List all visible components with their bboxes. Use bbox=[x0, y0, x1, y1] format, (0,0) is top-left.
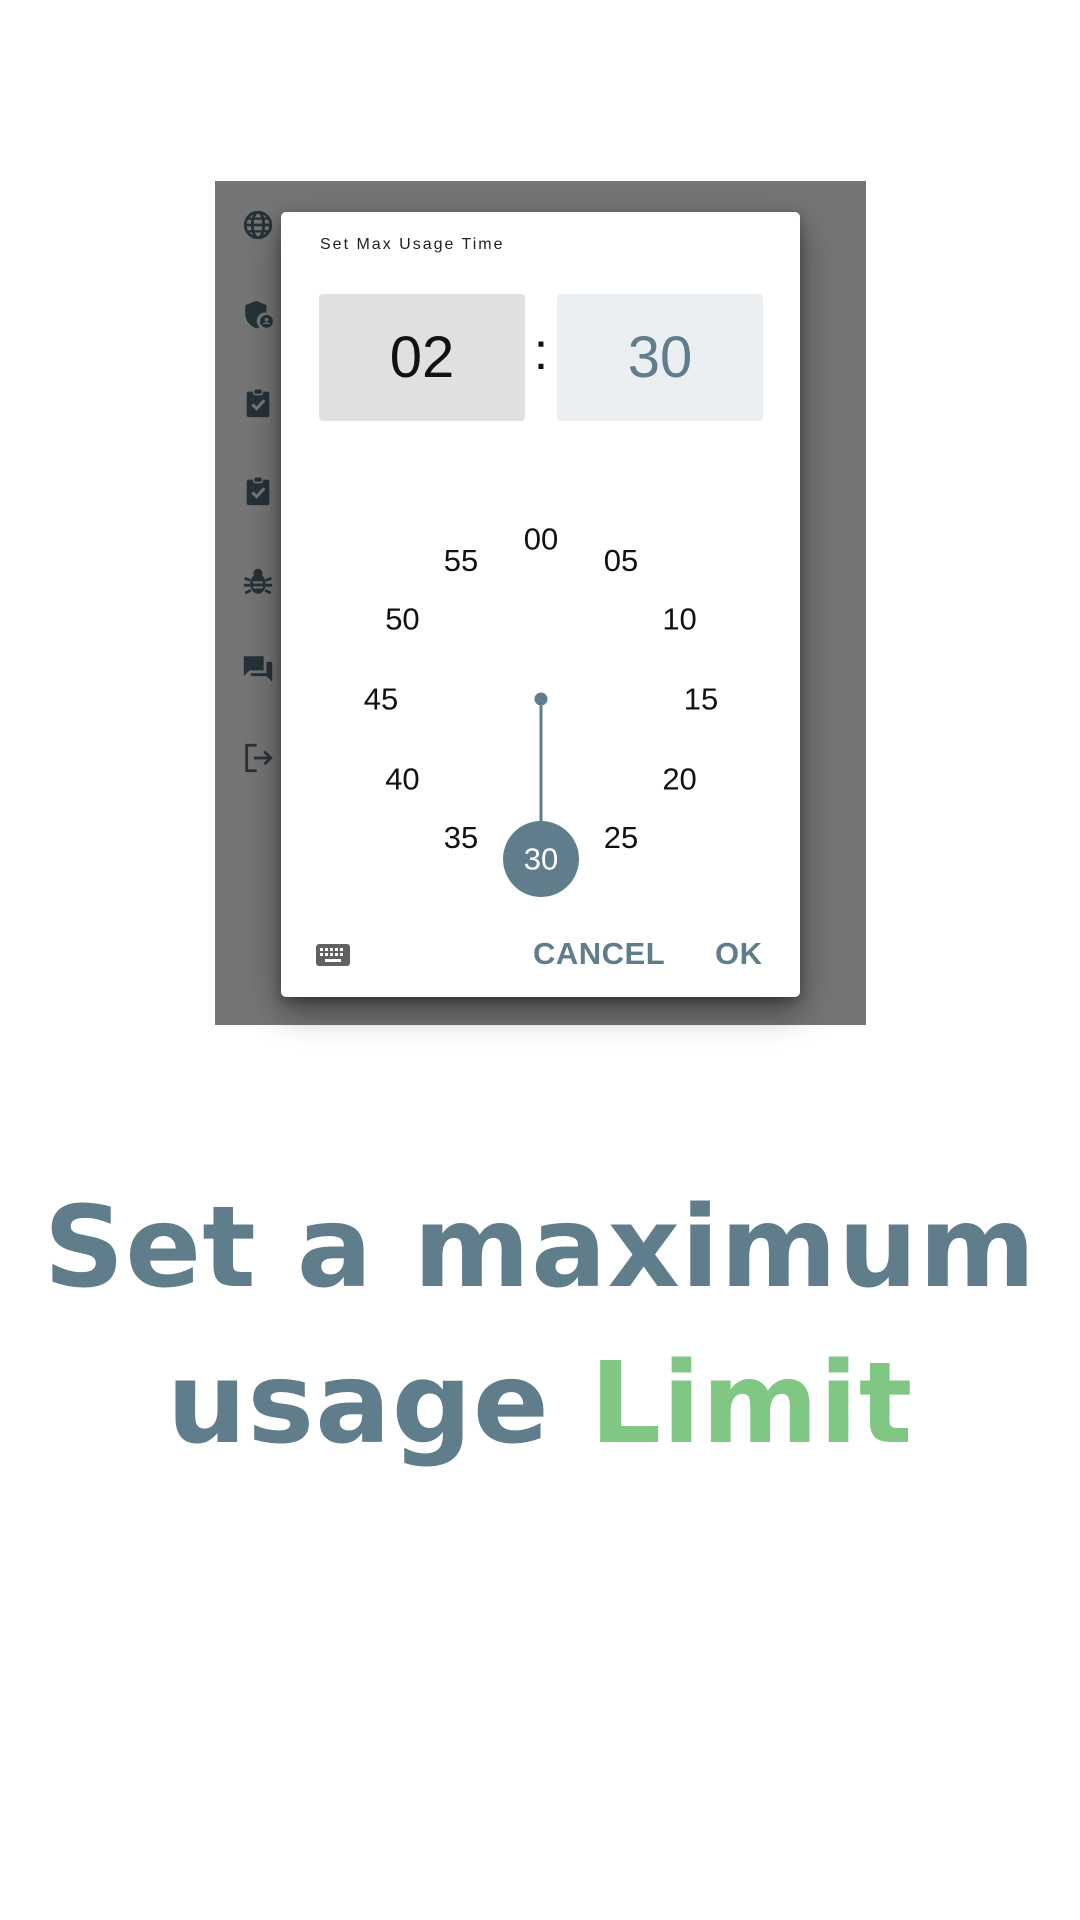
time-separator: : bbox=[533, 323, 549, 381]
hours-field[interactable]: 02 bbox=[319, 294, 525, 421]
clock-label-05[interactable]: 05 bbox=[604, 543, 638, 578]
headline-limit-text: Limit bbox=[589, 1339, 914, 1469]
clock-label-30[interactable]: 30 bbox=[524, 842, 558, 877]
clock-label-45[interactable]: 45 bbox=[364, 682, 398, 717]
headline-line-2: usage Limit bbox=[0, 1326, 1080, 1482]
clipboard-check-icon[interactable] bbox=[241, 474, 275, 508]
forum-icon[interactable] bbox=[241, 652, 275, 686]
ok-button[interactable]: OK bbox=[715, 936, 763, 972]
headline-usage-text: usage bbox=[166, 1339, 550, 1469]
clock-label-50[interactable]: 50 bbox=[385, 602, 419, 637]
shield-account-icon[interactable] bbox=[241, 298, 275, 332]
logout-icon[interactable] bbox=[241, 741, 275, 775]
clock-center-dot bbox=[534, 692, 548, 706]
minute-clock-face[interactable]: 00 05 10 15 20 25 30 35 40 45 50 55 bbox=[331, 489, 751, 909]
keyboard-icon[interactable] bbox=[315, 942, 351, 968]
headline-line-1: Set a maximum bbox=[43, 1183, 1037, 1313]
clock-label-55[interactable]: 55 bbox=[444, 543, 478, 578]
clock-label-25[interactable]: 25 bbox=[604, 820, 638, 855]
bug-icon[interactable] bbox=[241, 564, 275, 598]
promo-headline: Set a maximum usage Limit bbox=[0, 1170, 1080, 1482]
time-picker-dialog: Set Max Usage Time 02 : 30 00 05 10 15 20 25 3… bbox=[281, 212, 800, 997]
clock-label-00[interactable]: 00 bbox=[524, 522, 558, 557]
clock-label-35[interactable]: 35 bbox=[444, 820, 478, 855]
clock-label-40[interactable]: 40 bbox=[385, 762, 419, 797]
clipboard-check-icon[interactable] bbox=[241, 386, 275, 420]
clock-label-20[interactable]: 20 bbox=[662, 762, 696, 797]
clock-label-10[interactable]: 10 bbox=[662, 602, 696, 637]
clock-label-15[interactable]: 15 bbox=[684, 682, 718, 717]
clock-svg[interactable]: 00 05 10 15 20 25 30 35 40 45 50 55 bbox=[331, 489, 751, 909]
dialog-title: Set Max Usage Time bbox=[320, 236, 505, 253]
minutes-field[interactable]: 30 bbox=[557, 294, 763, 421]
globe-icon[interactable] bbox=[241, 208, 275, 242]
cancel-button[interactable]: CANCEL bbox=[533, 936, 665, 972]
